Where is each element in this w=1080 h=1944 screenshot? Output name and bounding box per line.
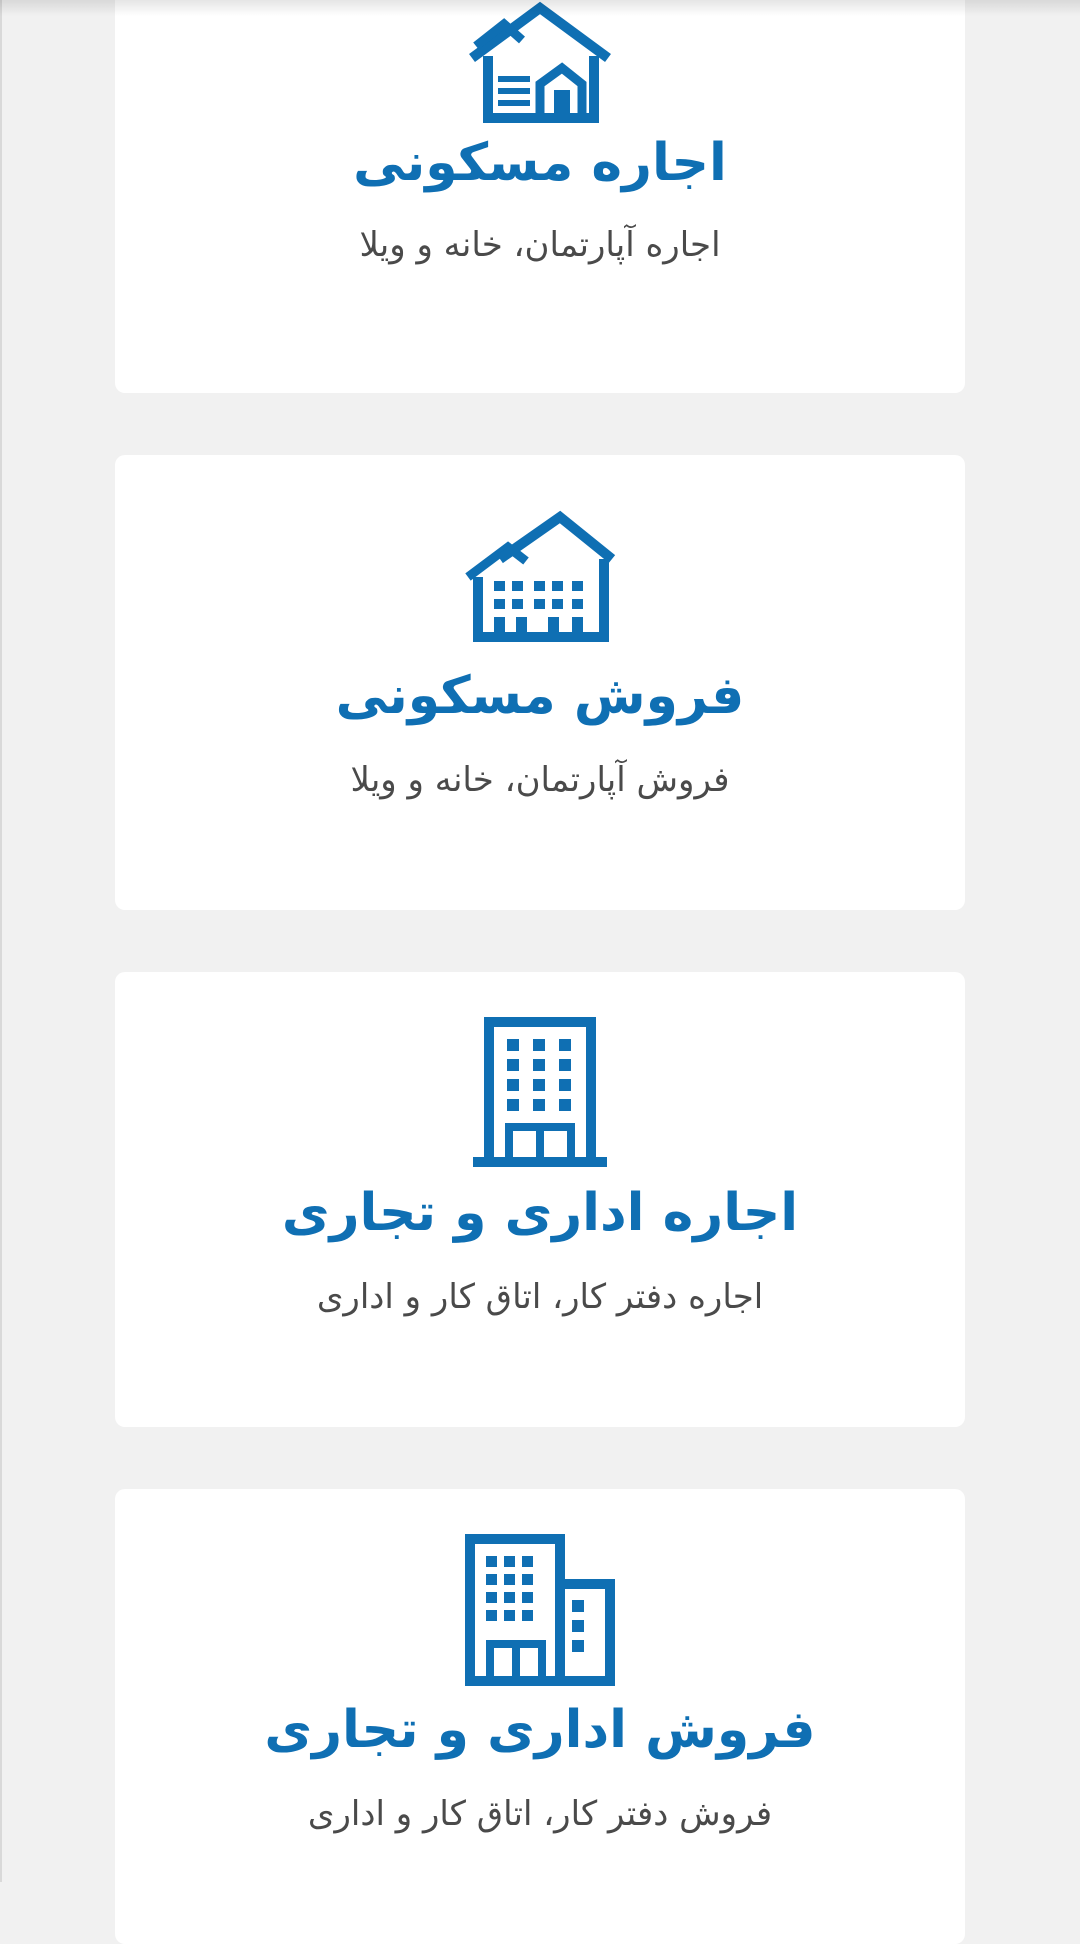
card-title: اجاره اداری و تجاری <box>281 1183 799 1243</box>
card-subtitle: اجاره دفتر کار، اتاق کار و اداری <box>316 1277 764 1317</box>
card-title: اجاره مسکونی <box>353 133 727 193</box>
category-card-office-sale[interactable]: فروش اداری و تجاری فروش دفتر کار، اتاق ک… <box>115 1489 965 1944</box>
office-building-icon <box>473 1017 607 1167</box>
category-card-office-rent[interactable]: اجاره اداری و تجاری اجاره دفتر کار، اتاق… <box>115 972 965 1427</box>
residential-buildings-icon <box>465 510 616 642</box>
card-subtitle: فروش دفتر کار، اتاق کار و اداری <box>307 1794 773 1834</box>
card-subtitle: فروش آپارتمان، خانه و ویلا <box>350 760 730 800</box>
category-card-residential-rent[interactable]: اجاره مسکونی اجاره آپارتمان، خانه و ویلا <box>115 0 965 393</box>
card-title: فروش مسکونی <box>335 666 745 726</box>
card-title: فروش اداری و تجاری <box>264 1700 816 1760</box>
category-card-residential-sale[interactable]: فروش مسکونی فروش آپارتمان، خانه و ویلا <box>115 455 965 910</box>
card-subtitle: اجاره آپارتمان، خانه و ویلا <box>359 225 721 265</box>
left-edge <box>0 0 2 1882</box>
top-shadow <box>0 0 1080 16</box>
office-buildings-icon <box>465 1534 615 1686</box>
house-icon <box>469 1 611 123</box>
